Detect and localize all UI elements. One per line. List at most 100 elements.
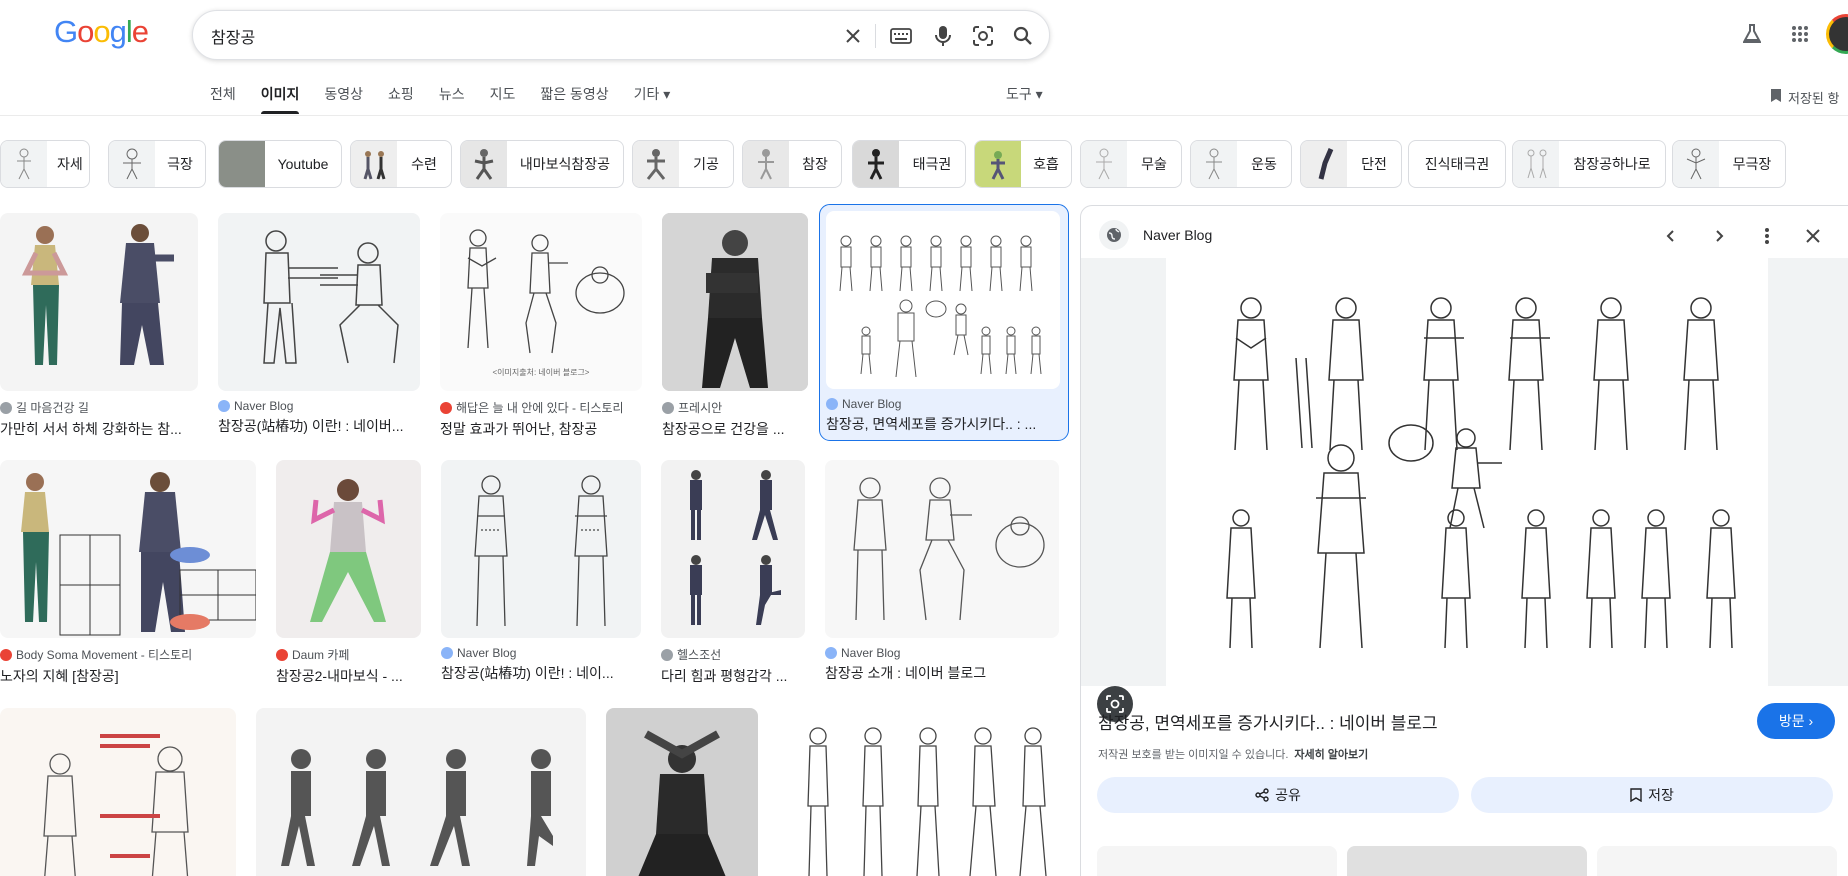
result-image[interactable] [606, 708, 758, 876]
chip-posture[interactable]: 자세 [0, 140, 90, 188]
related-thumbnail[interactable] [1597, 846, 1837, 876]
result-image[interactable] [276, 460, 421, 638]
chip-chamjanggong-hanaro[interactable]: 참장공하나로 [1512, 140, 1666, 188]
search-input[interactable] [211, 23, 811, 49]
chip-mugeukjang[interactable]: 무극장 [1672, 140, 1786, 188]
result-image[interactable] [256, 708, 586, 876]
panel-source[interactable]: Naver Blog [1143, 227, 1212, 243]
account-avatar[interactable] [1826, 14, 1848, 54]
chip-thumbnail [1191, 141, 1237, 187]
search-icon[interactable] [1011, 24, 1035, 48]
apps-grid-icon[interactable] [1788, 22, 1812, 46]
result-image[interactable] [441, 460, 641, 638]
labs-flask-icon[interactable] [1740, 22, 1764, 46]
result-title[interactable]: 참장공(站樁功) 이란! : 네이... [441, 663, 641, 683]
result-image[interactable] [662, 213, 808, 391]
related-thumbnail[interactable] [1347, 846, 1587, 876]
image-result[interactable] [778, 708, 1059, 876]
result-title[interactable]: 가만히 서서 하체 강화하는 참... [0, 419, 198, 439]
result-image[interactable] [0, 460, 256, 638]
result-image[interactable] [0, 213, 198, 391]
result-title[interactable]: 참장공(站樁功) 이란! : 네이버... [218, 416, 420, 436]
chip-chamjang[interactable]: 참장 [742, 140, 842, 188]
image-result[interactable]: <이미지출처: 네이버 블로그> 해답은 늘 내 안에 있다 - 티스토리 정말… [440, 213, 642, 439]
result-source: Naver Blog [825, 646, 1059, 660]
chip-thumbnail [1, 141, 47, 187]
favicon-icon [826, 398, 838, 410]
image-result[interactable]: 길 마음건강 길 가만히 서서 하체 강화하는 참... [0, 213, 198, 439]
bookmark-icon [1771, 89, 1781, 102]
image-result[interactable] [606, 708, 758, 876]
more-options-icon[interactable] [1755, 224, 1779, 248]
chip-taichi[interactable]: 태극권 [852, 140, 966, 188]
previous-icon[interactable] [1659, 224, 1683, 248]
chip-danjeon[interactable]: 단전 [1300, 140, 1402, 188]
panel-title[interactable]: 참장공, 면역세포를 증가시키다.. : 네이버 블로그 [1098, 709, 1438, 734]
image-preview-panel: Naver Blog 참장공, 면역세포를 증가시키다..: 네이버 블로그 … [1080, 205, 1848, 876]
chip-martial-arts[interactable]: 무술 [1080, 140, 1182, 188]
image-result[interactable]: Daum 카페 참장공2-내마보식 - ... [276, 460, 421, 686]
save-button[interactable]: 저장 [1471, 777, 1833, 813]
svg-text:<이미지출처: 네이버 블로그>: <이미지출처: 네이버 블로그> [493, 367, 590, 377]
lens-icon[interactable] [971, 24, 995, 48]
chip-training[interactable]: 수련 [350, 140, 452, 188]
tab-videos[interactable]: 동영상 [324, 84, 363, 114]
close-icon[interactable] [1801, 224, 1825, 248]
result-title[interactable]: 참장공 소개 : 네이버 블로그 [825, 663, 1059, 683]
chip-breathing[interactable]: 호흡 [974, 140, 1072, 188]
image-result[interactable]: Naver Blog 참장공(站樁功) 이란! : 네이... [441, 460, 641, 683]
result-image[interactable]: <이미지출처: 네이버 블로그> [440, 213, 642, 391]
tab-short-videos[interactable]: 짧은 동영상 [540, 84, 608, 114]
image-result[interactable]: Naver Blog 참장공(站樁功) 이란! : 네이버... [218, 213, 420, 436]
result-title[interactable]: 참장공2-내마보식 - ... [276, 666, 421, 686]
chip-naemabo[interactable]: 내마보식참장공 [460, 140, 624, 188]
result-image[interactable] [826, 211, 1060, 389]
image-result[interactable] [256, 708, 586, 876]
tab-shopping[interactable]: 쇼핑 [388, 84, 414, 114]
search-box[interactable] [192, 10, 1050, 60]
tab-images[interactable]: 이미지 [260, 84, 299, 114]
result-title[interactable]: 다리 힘과 평형감각 ... [661, 666, 805, 686]
chip-youtube[interactable]: Youtube [218, 140, 342, 188]
image-result[interactable]: Body Soma Movement - 티스토리 노자의 지혜 [참장공] [0, 460, 256, 686]
image-result[interactable]: 프레시안 참장공으로 건강을 ... [662, 213, 808, 439]
result-image[interactable] [825, 460, 1059, 638]
visit-button[interactable]: 방문 › [1757, 703, 1835, 739]
share-icon [1255, 788, 1269, 802]
share-button[interactable]: 공유 [1097, 777, 1459, 813]
result-source: Daum 카페 [276, 646, 421, 663]
image-result[interactable] [0, 708, 236, 876]
chip-chen-taichi[interactable]: 진식태극권 [1408, 140, 1506, 188]
learn-more-link[interactable]: 자세히 알아보기 [1294, 749, 1368, 761]
result-image[interactable] [778, 708, 1059, 876]
bookmark-icon [1630, 788, 1642, 802]
saved-images-link[interactable]: 저장된 항 [1770, 88, 1839, 107]
preview-image[interactable] [1166, 258, 1768, 686]
result-image[interactable] [218, 213, 420, 391]
microphone-icon[interactable] [931, 24, 955, 48]
preview-image-area [1081, 258, 1848, 722]
tab-news[interactable]: 뉴스 [439, 84, 465, 114]
related-thumbnail[interactable] [1097, 846, 1337, 876]
chip-theater[interactable]: 극장 [108, 140, 206, 188]
keyboard-icon[interactable] [889, 24, 913, 48]
image-result-selected[interactable]: Naver Blog 참장공, 면역세포를 증가시키다.. : ... [819, 204, 1069, 441]
panel-header: Naver Blog [1099, 220, 1212, 250]
next-icon[interactable] [1707, 224, 1731, 248]
image-result[interactable]: 헬스조선 다리 힘과 평형감각 ... [661, 460, 805, 686]
result-title[interactable]: 참장공, 면역세포를 증가시키다.. : ... [826, 414, 1062, 434]
result-image[interactable] [661, 460, 805, 638]
chip-qigong[interactable]: 기공 [632, 140, 734, 188]
result-image[interactable] [0, 708, 236, 876]
result-title[interactable]: 노자의 지혜 [참장공] [0, 666, 256, 686]
result-title[interactable]: 참장공으로 건강을 ... [662, 419, 808, 439]
result-title[interactable]: 정말 효과가 뛰어난, 참장공 [440, 419, 642, 439]
image-result[interactable]: Naver Blog 참장공 소개 : 네이버 블로그 [825, 460, 1059, 683]
tab-more[interactable]: 기타 ▾ [634, 84, 671, 114]
clear-icon[interactable] [841, 24, 865, 48]
tab-maps[interactable]: 지도 [490, 84, 516, 114]
chip-exercise[interactable]: 운동 [1190, 140, 1292, 188]
google-logo[interactable]: Google [54, 14, 149, 50]
tools-button[interactable]: 도구 ▾ [1006, 84, 1043, 104]
tab-all[interactable]: 전체 [210, 84, 236, 114]
